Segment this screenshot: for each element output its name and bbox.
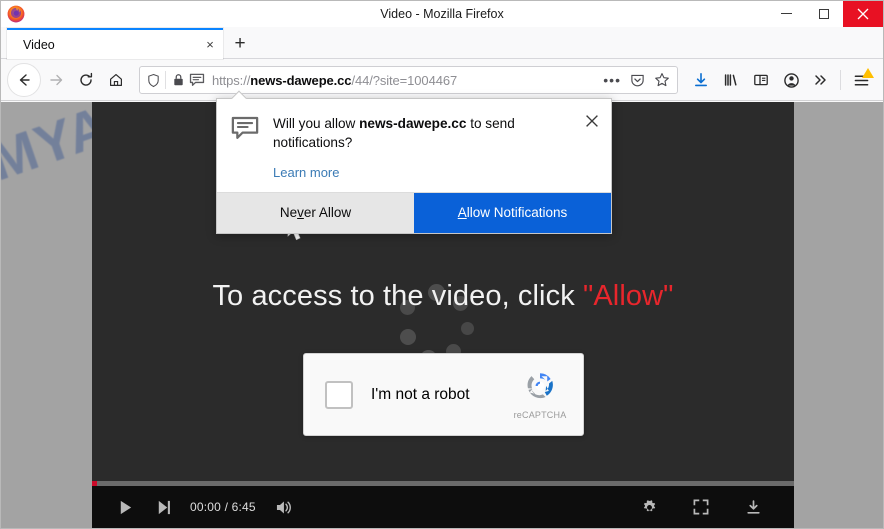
page-actions-icon[interactable]: ••• — [603, 73, 621, 87]
firefox-window: Video - Mozilla Firefox Video × + https:… — [0, 0, 884, 529]
lock-icon — [174, 74, 183, 86]
library-button[interactable] — [716, 65, 746, 95]
identity-box[interactable] — [142, 71, 166, 89]
pocket-icon[interactable] — [630, 73, 645, 88]
video-controls: 00:00 / 6:45 — [92, 486, 794, 528]
url-bar-icons: ••• — [603, 72, 673, 88]
url-host: news-dawepe.cc — [250, 72, 352, 88]
fullscreen-button[interactable] — [682, 490, 720, 524]
popup-close-button[interactable] — [583, 114, 599, 180]
bookmark-star-icon[interactable] — [654, 72, 670, 88]
never-allow-button[interactable]: Never Allow — [217, 192, 414, 233]
overflow-icon — [815, 75, 826, 85]
account-icon — [783, 72, 799, 88]
navigation-toolbar: https://news-dawepe.cc/44/?site=1004467 … — [1, 59, 883, 101]
page-headline: To access to the video, click "Allow" — [92, 280, 794, 313]
popup-message-prefix: Will you allow — [273, 116, 360, 131]
download-video-button[interactable] — [734, 490, 772, 524]
gear-icon — [643, 499, 655, 511]
url-text[interactable]: https://news-dawepe.cc/44/?site=1004467 — [205, 73, 603, 88]
home-button[interactable] — [101, 65, 131, 95]
allow-notifications-button[interactable]: Allow Notifications — [414, 192, 611, 233]
recaptcha-checkbox[interactable] — [325, 380, 353, 409]
fullscreen-icon — [693, 499, 709, 515]
popup-message-host: news-dawepe.cc — [359, 116, 467, 131]
app-menu-button[interactable] — [845, 65, 877, 95]
notification-permission-icon — [189, 73, 205, 86]
reload-button[interactable] — [71, 65, 101, 95]
headline-text: To access to the video, click — [212, 280, 583, 312]
menu-warning-badge-icon — [862, 68, 874, 78]
sidebar-button[interactable] — [746, 65, 776, 95]
play-icon — [120, 500, 131, 514]
back-button[interactable] — [7, 63, 41, 97]
close-icon — [857, 8, 869, 19]
maximize-button[interactable] — [805, 1, 843, 27]
tab-close-icon[interactable]: × — [197, 37, 223, 52]
window-title: Video - Mozilla Firefox — [380, 6, 504, 21]
next-button[interactable] — [144, 490, 182, 524]
account-button[interactable] — [776, 65, 806, 95]
toolbar-right — [686, 65, 877, 95]
url-path: /44/?site=1004467 — [351, 72, 461, 88]
url-prefix: https:// — [212, 72, 251, 88]
settings-button[interactable] — [630, 490, 668, 524]
back-arrow-icon — [19, 74, 30, 86]
recaptcha-widget[interactable]: I'm not a robot reCAPTCHA — [303, 353, 584, 436]
forward-arrow-icon — [50, 74, 63, 86]
download-icon — [746, 499, 760, 514]
recaptcha-logo-icon — [527, 373, 553, 399]
volume-button[interactable] — [266, 490, 304, 524]
shield-icon — [148, 73, 159, 87]
window-controls — [767, 1, 883, 27]
popup-notification-icon — [231, 114, 259, 180]
notification-permission-popup: Will you allow news-dawepe.cc to send no… — [216, 90, 612, 234]
volume-icon — [277, 500, 292, 514]
toolbar-separator — [840, 70, 841, 90]
reload-icon — [80, 72, 93, 86]
tab-label: Video — [23, 37, 55, 52]
recaptcha-brand: reCAPTCHA — [503, 369, 583, 420]
home-icon — [110, 74, 122, 86]
forward-button[interactable] — [41, 65, 71, 95]
overflow-button[interactable] — [806, 65, 836, 95]
permission-group — [166, 73, 205, 87]
library-icon — [724, 74, 737, 86]
video-controls-bar: 00:00 / 6:45 — [92, 481, 794, 528]
play-button[interactable] — [106, 490, 144, 524]
firefox-logo-icon — [7, 5, 25, 23]
title-bar: Video - Mozilla Firefox — [1, 1, 883, 27]
recaptcha-label: I'm not a robot — [371, 385, 470, 403]
video-time-display: 00:00 / 6:45 — [190, 500, 256, 514]
video-controls-right — [630, 490, 780, 524]
next-track-icon — [158, 500, 170, 514]
sidebar-icon — [754, 74, 768, 86]
close-icon — [586, 115, 598, 127]
new-tab-button[interactable]: + — [223, 28, 257, 59]
downloads-button[interactable] — [686, 65, 716, 95]
allow-notifications-label: Allow Notifications — [457, 205, 568, 221]
headline-allow-word: "Allow" — [582, 280, 674, 312]
popup-tail — [231, 90, 247, 99]
url-bar[interactable]: https://news-dawepe.cc/44/?site=1004467 … — [139, 66, 678, 94]
recaptcha-brand-text: reCAPTCHA — [513, 410, 567, 420]
never-allow-label: Never Allow — [279, 205, 352, 221]
downloads-icon — [695, 73, 707, 87]
learn-more-link[interactable]: Learn more — [273, 165, 577, 180]
popup-message: Will you allow news-dawepe.cc to send no… — [273, 114, 577, 153]
close-window-button[interactable] — [843, 1, 883, 27]
tab-strip: Video × + — [1, 27, 883, 59]
tab-video[interactable]: Video × — [7, 28, 223, 59]
popup-actions: Never Allow Allow Notifications — [217, 191, 611, 233]
minimize-button[interactable] — [767, 1, 805, 27]
